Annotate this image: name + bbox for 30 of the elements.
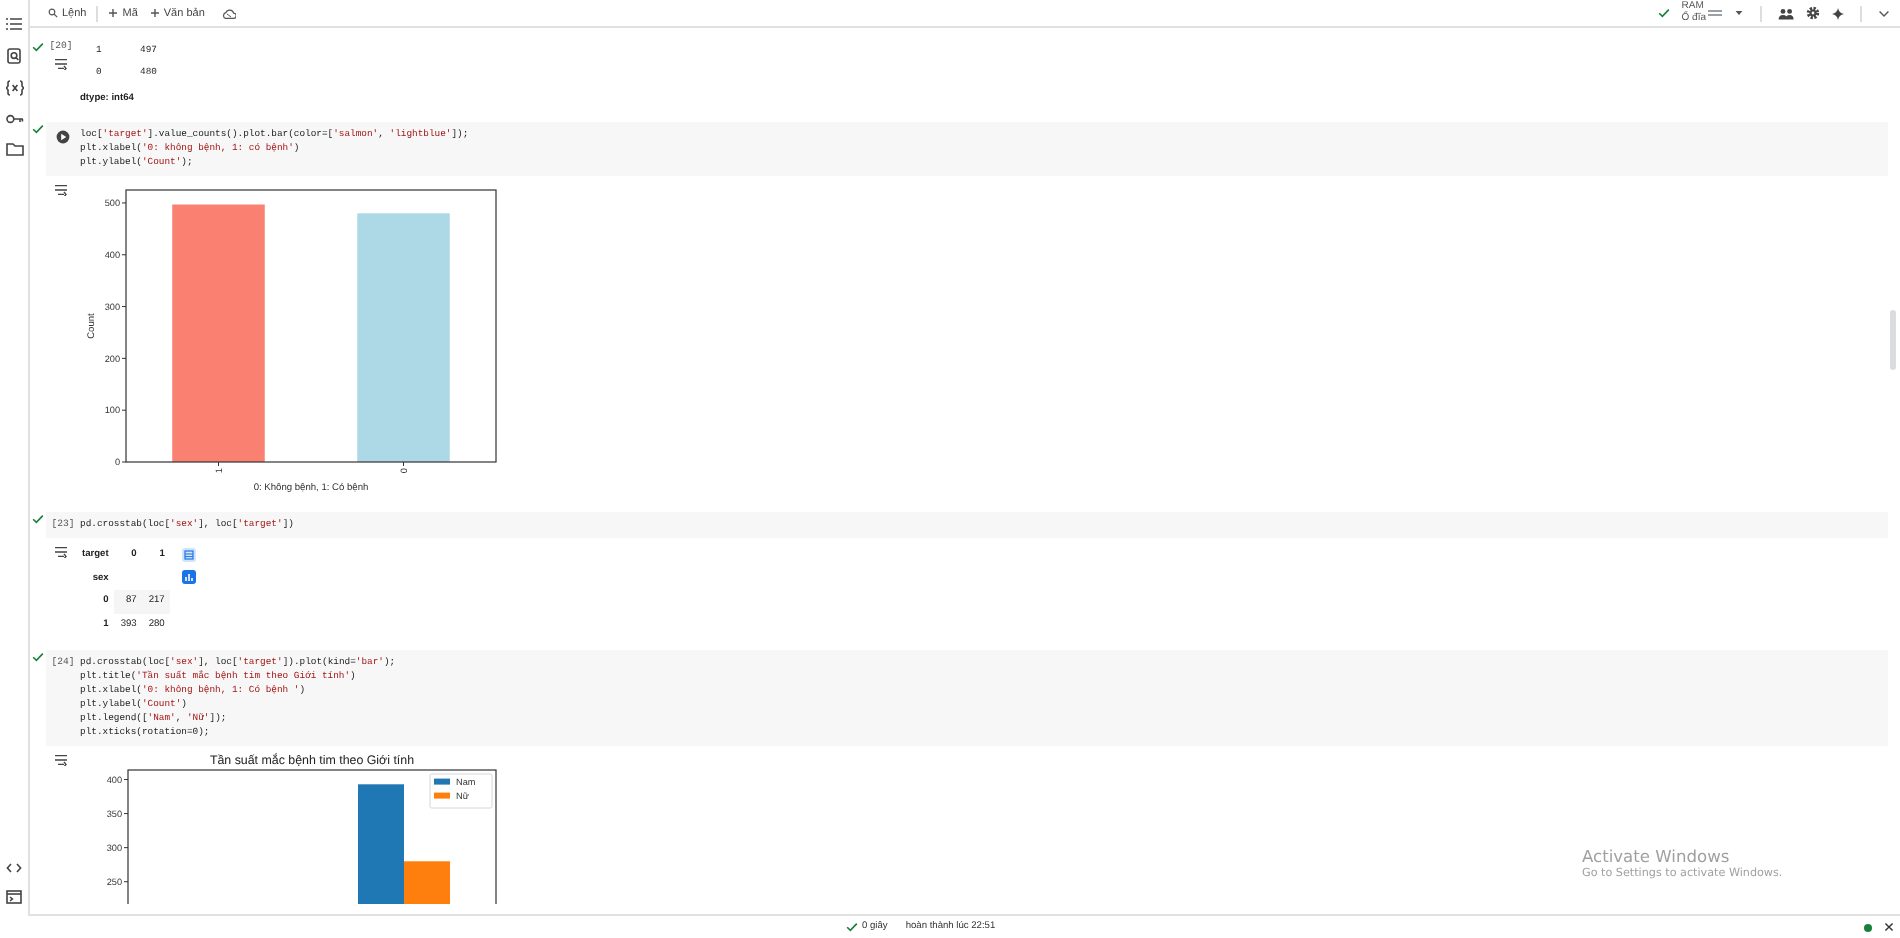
run-button-icon[interactable] [56, 129, 70, 143]
plus-icon [149, 8, 160, 18]
code-icon[interactable] [6, 862, 22, 874]
find-icon[interactable] [6, 48, 22, 64]
key-icon[interactable] [5, 112, 23, 126]
plus-icon [108, 8, 119, 18]
chevron-down-icon[interactable] [1878, 9, 1890, 17]
activation-title: Activate Windows [1582, 846, 1732, 866]
close-icon[interactable] [1884, 922, 1894, 932]
caret-icon[interactable] [1734, 10, 1744, 16]
convert-table-button[interactable] [182, 548, 197, 562]
output-options-icon[interactable] [54, 57, 68, 69]
scrollbar-thumb[interactable] [1890, 310, 1896, 370]
folder-icon[interactable] [5, 142, 23, 156]
search-icon [48, 8, 58, 18]
output-options-icon[interactable] [54, 184, 68, 196]
people-icon[interactable] [1778, 7, 1794, 19]
suggest-chart-button[interactable] [182, 570, 197, 584]
sparkle-icon[interactable] [1832, 7, 1844, 19]
table-of-contents-icon[interactable] [6, 16, 22, 32]
variables-icon[interactable] [5, 80, 23, 96]
table-icon [184, 550, 195, 560]
settings-icon[interactable] [1806, 6, 1820, 20]
chart-icon [184, 572, 195, 582]
chart-legend [429, 773, 493, 809]
output-options-icon[interactable] [54, 754, 68, 766]
code-cell[interactable] [46, 650, 1888, 746]
cloud-icon[interactable] [222, 7, 237, 19]
output-options-icon[interactable] [54, 546, 68, 558]
terminal-icon[interactable] [6, 890, 22, 904]
